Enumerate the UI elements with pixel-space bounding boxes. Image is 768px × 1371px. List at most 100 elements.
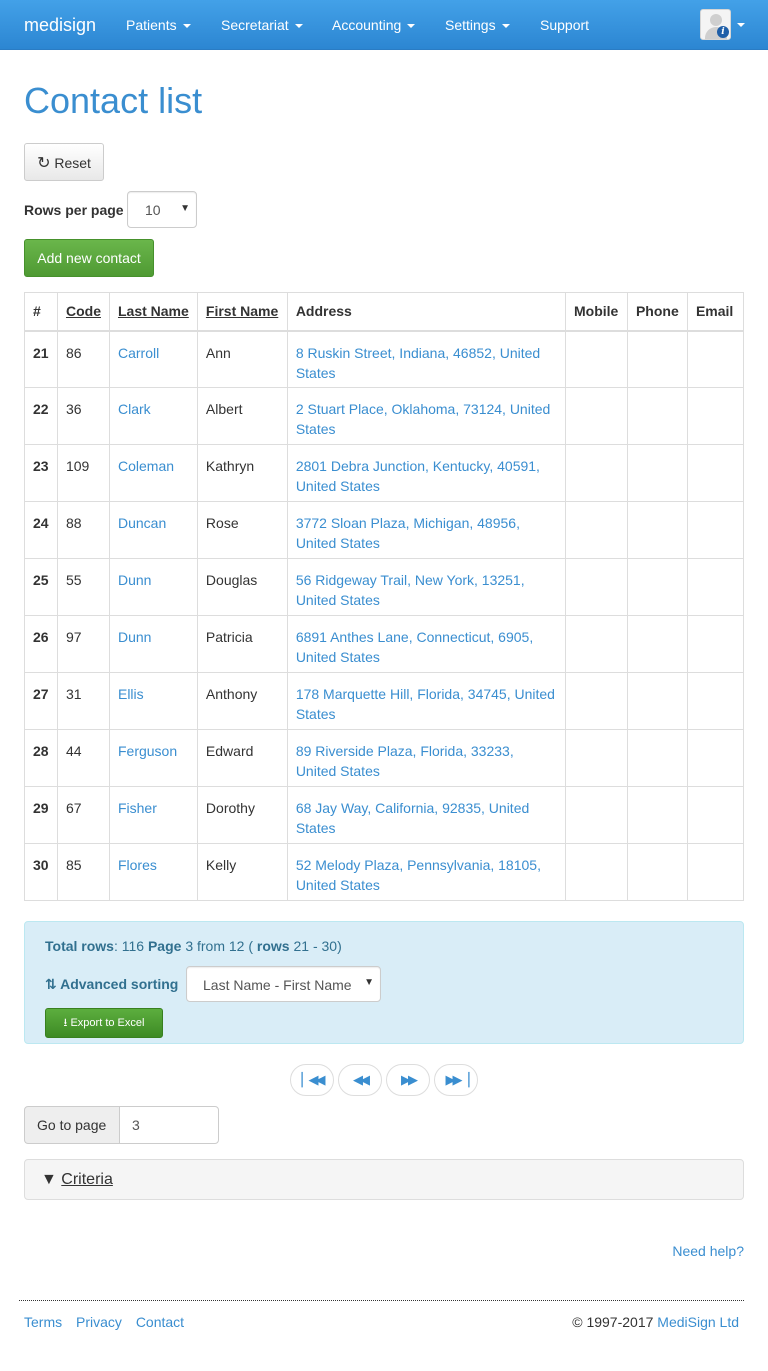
row-phone-cell — [626, 843, 688, 901]
user-menu[interactable]: i — [700, 9, 745, 40]
nav-support[interactable]: Support — [540, 17, 589, 33]
footer-divider — [19, 1300, 744, 1301]
row-address-cell: 56 Ridgeway Trail, New York, 13251, Unit… — [286, 558, 566, 616]
row-code: 55 — [65, 572, 82, 588]
row-number-cell: 22 — [24, 387, 58, 445]
row-number: 24 — [33, 515, 49, 531]
row-first-name-cell: Edward — [196, 729, 288, 787]
row-last-name-link[interactable]: Coleman — [118, 458, 174, 474]
company-link[interactable]: MediSign Ltd — [657, 1314, 739, 1330]
total-rows-label: Total rows — [45, 938, 114, 954]
dropdown-arrow-icon: ▼ — [364, 977, 374, 988]
row-last-name-cell: Duncan — [108, 501, 198, 559]
sort-select-value: Last Name - First Name — [203, 977, 352, 993]
row-first-name: Kathryn — [205, 458, 255, 474]
table-row: 27 31 Ellis Anthony 178 Marquette Hill, Flor… — [24, 672, 745, 730]
table-row: 26 97 Dunn Patricia 6891 Anthes Lane, Connec… — [24, 615, 745, 673]
row-phone-cell — [626, 387, 688, 445]
row-address-cell: 8 Ruskin Street, Indiana, 46852, United … — [286, 330, 566, 388]
brand-logo[interactable]: medisign — [24, 15, 96, 36]
row-first-name: Dorothy — [205, 800, 255, 816]
row-last-name-link[interactable]: Clark — [118, 401, 151, 417]
col-header-code[interactable]: Code — [56, 292, 110, 332]
table-row: 28 44 Ferguson Edward 89 Riverside Plaza, Fl… — [24, 729, 745, 787]
add-contact-button[interactable]: Add new contact — [24, 239, 154, 277]
reset-button[interactable]: ↻ Reset — [24, 143, 104, 181]
row-mobile-cell — [564, 444, 628, 502]
nav-secretariat[interactable]: Secretariat — [221, 17, 303, 33]
table-row: 23 109 Coleman Kathryn 2801 Debra Junction, … — [24, 444, 745, 502]
row-phone-cell — [626, 501, 688, 559]
nav-settings[interactable]: Settings — [445, 17, 510, 33]
need-help-link[interactable]: Need help? — [672, 1243, 744, 1259]
rows-per-page-value: 10 — [145, 202, 161, 218]
row-address-link[interactable]: 6891 Anthes Lane, Connecticut, 6905, Uni… — [296, 629, 533, 665]
row-code: 36 — [65, 401, 82, 417]
row-first-name: Rose — [205, 515, 239, 531]
row-address-link[interactable]: 3772 Sloan Plaza, Michigan, 48956, Unite… — [296, 515, 520, 551]
privacy-link[interactable]: Privacy — [76, 1314, 122, 1330]
table-row: 21 86 Carroll Ann 8 Ruskin Street, Indiana, … — [24, 330, 745, 388]
first-page-button[interactable]: ▏◀◀ — [290, 1064, 334, 1096]
row-mobile-cell — [564, 786, 628, 844]
row-last-name-link[interactable]: Dunn — [118, 629, 151, 645]
col-header-address: Address — [286, 292, 566, 332]
row-last-name-link[interactable]: Ferguson — [118, 743, 177, 759]
next-page-button[interactable]: ▶▶ — [386, 1064, 430, 1096]
row-address-cell: 52 Melody Plaza, Pennsylvania, 18105, Un… — [286, 843, 566, 901]
nav-patients[interactable]: Patients — [126, 17, 191, 33]
row-last-name-link[interactable]: Flores — [118, 857, 157, 873]
caret-down-icon — [407, 24, 416, 29]
row-last-name-cell: Carroll — [108, 330, 198, 388]
row-mobile-cell — [564, 729, 628, 787]
col-header-first-name[interactable]: First Name — [196, 292, 288, 332]
caret-down-icon — [501, 24, 510, 29]
row-email-cell — [686, 387, 745, 445]
prev-page-button[interactable]: ◀◀ — [338, 1064, 382, 1096]
row-address-link[interactable]: 2 Stuart Place, Oklahoma, 73124, United … — [296, 401, 550, 437]
row-number: 28 — [33, 743, 49, 759]
rows-per-page-select[interactable]: 10 ▼ — [127, 191, 197, 228]
row-address-link[interactable]: 52 Melody Plaza, Pennsylvania, 18105, Un… — [296, 857, 541, 893]
total-rows-value: : 116 — [113, 938, 145, 954]
advanced-sorting-select[interactable]: Last Name - First Name ▼ — [186, 966, 381, 1002]
row-last-name-link[interactable]: Dunn — [118, 572, 151, 588]
export-excel-button[interactable]: ⭳ Export to Excel — [45, 1008, 163, 1038]
row-last-name-link[interactable]: Carroll — [118, 345, 159, 361]
row-address-link[interactable]: 178 Marquette Hill, Florida, 34745, Unit… — [296, 686, 555, 722]
goto-page-input[interactable] — [119, 1106, 219, 1144]
row-first-name-cell: Kathryn — [196, 444, 288, 502]
row-address-link[interactable]: 89 Riverside Plaza, Florida, 33233, Unit… — [296, 743, 514, 779]
footer-links: Terms Privacy Contact — [24, 1314, 194, 1330]
row-code: 85 — [65, 857, 82, 873]
row-last-name-link[interactable]: Ellis — [118, 686, 144, 702]
row-number: 21 — [33, 344, 49, 361]
row-last-name-link[interactable]: Duncan — [118, 515, 166, 531]
last-page-button[interactable]: ▶▶▕ — [434, 1064, 478, 1096]
row-last-name-cell: Ellis — [108, 672, 198, 730]
criteria-label: Criteria — [61, 1171, 113, 1188]
row-code-cell: 85 — [56, 843, 110, 901]
nav-accounting[interactable]: Accounting — [332, 17, 416, 33]
row-first-name-cell: Dorothy — [196, 786, 288, 844]
row-number-cell: 30 — [24, 843, 58, 901]
row-email-cell — [686, 558, 745, 616]
row-address-link[interactable]: 2801 Debra Junction, Kentucky, 40591, Un… — [296, 458, 540, 494]
row-last-name-cell: Clark — [108, 387, 198, 445]
col-header-last-name[interactable]: Last Name — [108, 292, 198, 332]
row-address-link[interactable]: 68 Jay Way, California, 92835, United St… — [296, 800, 529, 836]
filter-icon: ▼ — [41, 1171, 57, 1188]
row-first-name-cell: Ann — [196, 330, 288, 388]
row-mobile-cell — [564, 330, 628, 388]
page-label: Page — [147, 938, 182, 954]
contact-link[interactable]: Contact — [136, 1314, 184, 1330]
row-number: 22 — [33, 401, 49, 417]
row-first-name-cell: Patricia — [196, 615, 288, 673]
row-code: 44 — [65, 743, 82, 759]
row-first-name: Douglas — [205, 572, 258, 588]
row-last-name-link[interactable]: Fisher — [118, 800, 157, 816]
terms-link[interactable]: Terms — [24, 1314, 62, 1330]
criteria-panel[interactable]: ▼ Criteria — [24, 1159, 744, 1200]
row-address-link[interactable]: 56 Ridgeway Trail, New York, 13251, Unit… — [296, 572, 525, 608]
row-address-link[interactable]: 8 Ruskin Street, Indiana, 46852, United … — [296, 345, 540, 381]
